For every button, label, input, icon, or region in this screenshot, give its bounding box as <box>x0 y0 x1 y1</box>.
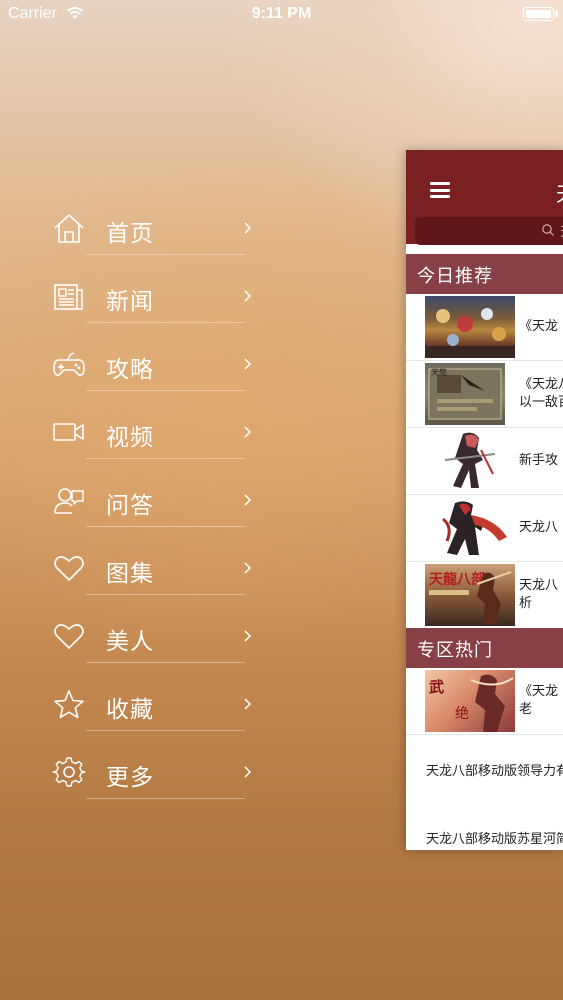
chevron-right-icon <box>244 494 252 506</box>
menu-item-label: 更多 <box>106 765 154 791</box>
search-input[interactable]: 天 <box>415 217 563 245</box>
menu-item-home[interactable]: 首页 <box>0 195 300 263</box>
gear-icon <box>52 756 86 788</box>
menu-item-label: 新闻 <box>106 289 154 315</box>
list-item[interactable]: 天龍八部 天龙八 析 <box>406 562 563 629</box>
list-item[interactable]: 武绝 《天龙 老 <box>406 668 563 735</box>
menu-item-more[interactable]: 更多 <box>0 739 300 807</box>
article-title-line2: 析 <box>519 596 533 611</box>
list-item[interactable]: 新手攻 <box>406 428 563 495</box>
home-icon <box>52 212 86 244</box>
article-thumbnail <box>425 430 515 492</box>
chevron-right-icon <box>244 698 252 710</box>
star-icon <box>52 688 86 720</box>
video-camera-icon <box>52 416 86 448</box>
page-title: 天 <box>556 178 563 207</box>
svg-text:天龍八部: 天龍八部 <box>429 571 485 588</box>
article-thumbnail: 武绝 <box>425 670 515 732</box>
chevron-right-icon <box>244 358 252 370</box>
hamburger-menu-icon[interactable] <box>430 182 450 198</box>
chevron-right-icon <box>244 222 252 234</box>
article-title: 《天龙八 <box>519 377 563 392</box>
article-title: 天龙八 <box>519 578 559 593</box>
article-title-line2: 以一敌百 <box>519 395 563 410</box>
chevron-right-icon <box>244 766 252 778</box>
menu-item-gallery[interactable]: 图集 <box>0 535 300 603</box>
svg-text:绝: 绝 <box>455 706 469 722</box>
gamepad-icon <box>52 348 86 380</box>
menu-item-video[interactable]: 视频 <box>0 399 300 467</box>
newspaper-icon <box>52 280 86 312</box>
main-content-panel[interactable]: 天 天 今日推荐 《天龙 天龍 《天龙八 以一敌百 新手攻 天龙八 天龍八部 <box>406 150 563 850</box>
status-bar: Carrier 9:11 PM <box>0 0 563 30</box>
menu-item-label: 问答 <box>106 493 154 519</box>
chevron-right-icon <box>244 426 252 438</box>
article-title: 天龙八部移动版领导力有 <box>426 764 563 779</box>
battery-icon <box>523 7 558 21</box>
menu-item-guides[interactable]: 攻略 <box>0 331 300 399</box>
heart-icon <box>52 620 86 652</box>
divider <box>86 526 245 527</box>
side-menu: 首页 新闻 攻略 视频 问答 图集 美人 收藏 更多 <box>0 195 300 807</box>
menu-item-qa[interactable]: 问答 <box>0 467 300 535</box>
article-title: 天龙八 <box>519 520 559 535</box>
menu-item-label: 攻略 <box>106 357 154 383</box>
menu-item-label: 视频 <box>106 425 154 451</box>
list-item[interactable]: 天龍 《天龙八 以一敌百 <box>406 361 563 428</box>
search-icon <box>542 224 554 236</box>
menu-item-news[interactable]: 新闻 <box>0 263 300 331</box>
menu-item-label: 首页 <box>106 221 154 247</box>
list-item[interactable]: 天龙八 <box>406 495 563 562</box>
menu-item-label: 美人 <box>106 629 154 655</box>
article-title: 新手攻 <box>519 453 559 468</box>
divider <box>86 594 245 595</box>
divider <box>86 798 245 799</box>
divider <box>86 322 245 323</box>
divider <box>86 390 245 391</box>
menu-item-label: 收藏 <box>106 697 154 723</box>
article-thumbnail <box>425 296 515 358</box>
navigation-bar: 天 天 <box>406 150 563 245</box>
divider <box>86 254 245 255</box>
article-title: 天龙八部移动版苏星河简 <box>426 832 563 847</box>
article-thumbnail: 天龍八部 <box>425 564 515 626</box>
chevron-right-icon <box>244 562 252 574</box>
svg-text:武: 武 <box>429 678 444 696</box>
section-header-hot: 专区热门 <box>406 628 563 668</box>
list-item[interactable]: 《天龙 <box>406 294 563 361</box>
question-answer-icon <box>52 484 86 516</box>
chevron-right-icon <box>244 630 252 642</box>
menu-item-beauty[interactable]: 美人 <box>0 603 300 671</box>
article-thumbnail: 天龍 <box>425 363 505 425</box>
svg-text:天龍: 天龍 <box>431 367 447 377</box>
chevron-right-icon <box>244 290 252 302</box>
section-header-today: 今日推荐 <box>406 254 563 294</box>
text-list-item[interactable]: 天龙八部移动版领导力有 <box>406 754 563 788</box>
divider <box>86 730 245 731</box>
text-list-item[interactable]: 天龙八部移动版苏星河简 <box>406 822 563 850</box>
heart-icon <box>52 552 86 584</box>
status-time: 9:11 PM <box>251 5 312 22</box>
menu-item-favorites[interactable]: 收藏 <box>0 671 300 739</box>
divider <box>86 662 245 663</box>
article-title-line2: 老 <box>519 702 533 717</box>
divider <box>86 458 245 459</box>
article-title: 《天龙 <box>519 319 559 334</box>
article-thumbnail <box>425 497 515 559</box>
menu-item-label: 图集 <box>106 561 154 587</box>
article-title: 《天龙 <box>519 684 559 699</box>
